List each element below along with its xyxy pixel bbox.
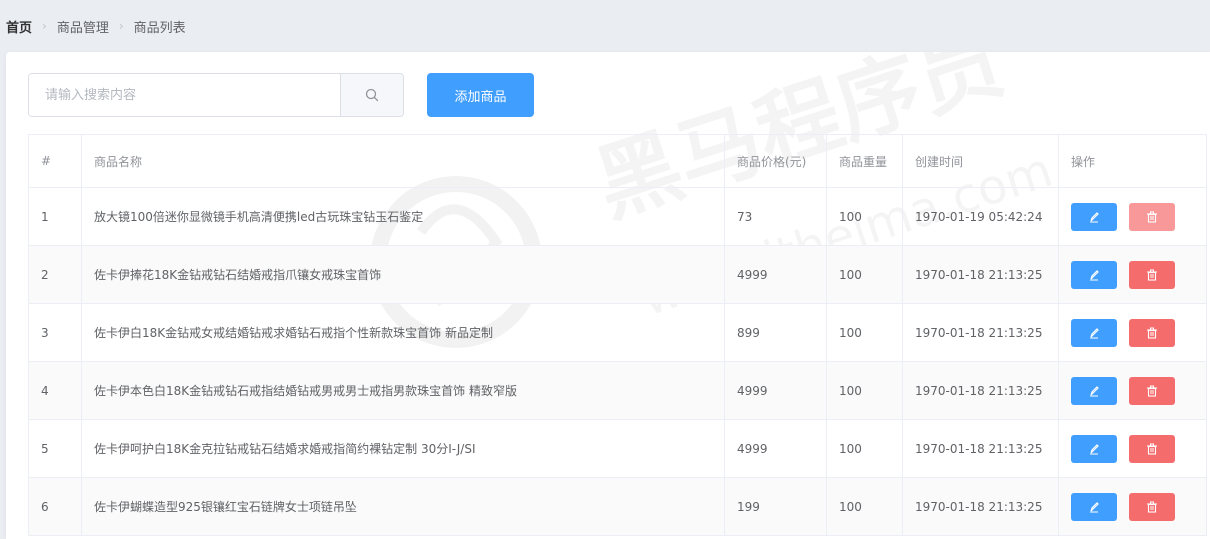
- row-price: 4999: [725, 246, 827, 303]
- edit-icon: [1090, 327, 1099, 338]
- table-row: 2 佐卡伊捧花18K金钻戒钻石结婚戒指爪镶女戒珠宝首饰 4999 100 197…: [29, 246, 1207, 304]
- row-weight: 100: [827, 188, 903, 245]
- breadcrumb-goods-manage[interactable]: 商品管理: [57, 17, 109, 36]
- row-index: 2: [29, 246, 82, 303]
- row-name: 佐卡伊蝴蝶造型925银镶红宝石链牌女士项链吊坠: [82, 478, 725, 535]
- header-time: 创建时间: [903, 135, 1059, 187]
- breadcrumb-goods-list: 商品列表: [133, 20, 186, 36]
- table-row: 1 放大镜100倍迷你显微镜手机高清便携led古玩珠宝钻玉石鉴定 73 100 …: [29, 188, 1207, 246]
- row-price: 4999: [725, 362, 827, 419]
- row-weight: 100: [827, 362, 903, 419]
- edit-button[interactable]: [1071, 376, 1117, 405]
- edit-button[interactable]: [1071, 202, 1117, 231]
- row-price: 4999: [725, 420, 827, 477]
- table-header: # 商品名称 商品价格(元) 商品重量 创建时间 操作: [29, 135, 1207, 188]
- edit-icon: [1090, 269, 1099, 280]
- delete-button[interactable]: [1129, 260, 1175, 289]
- row-name: 佐卡伊本色白18K金钻戒钻石戒指结婚钻戒男戒男士戒指男款珠宝首饰 精致窄版: [82, 362, 725, 419]
- table-row: 4 佐卡伊本色白18K金钻戒钻石戒指结婚钻戒男戒男士戒指男款珠宝首饰 精致窄版 …: [29, 362, 1207, 420]
- chevron-right-icon: ›: [42, 19, 47, 33]
- edit-button[interactable]: [1071, 492, 1117, 521]
- delete-button[interactable]: [1129, 202, 1175, 231]
- delete-button[interactable]: [1129, 376, 1175, 405]
- delete-button[interactable]: [1129, 434, 1175, 463]
- row-actions: [1059, 420, 1207, 477]
- chevron-right-icon: ›: [118, 19, 124, 33]
- row-time: 1970-01-19 05:42:24: [903, 188, 1059, 245]
- row-time: 1970-01-18 21:13:25: [903, 246, 1059, 303]
- edit-button[interactable]: [1071, 434, 1117, 463]
- row-index: 3: [29, 304, 82, 361]
- row-actions: [1059, 362, 1207, 419]
- row-weight: 100: [827, 304, 903, 361]
- breadcrumb: 首页 › 商品管理 › 商品列表: [6, 16, 186, 36]
- content-card: 黑马程序员 www.itheima.com 添加商品 # 商品名称 商品价格(元…: [6, 52, 1210, 539]
- row-name: 佐卡伊捧花18K金钻戒钻石结婚戒指爪镶女戒珠宝首饰: [82, 246, 725, 303]
- row-time: 1970-01-18 21:13:25: [903, 362, 1059, 419]
- row-name: 佐卡伊白18K金钻戒女戒结婚钻戒求婚钻石戒指个性新款珠宝首饰 新品定制: [82, 304, 725, 361]
- breadcrumb-home[interactable]: 首页: [6, 17, 32, 36]
- edit-icon: [1090, 211, 1099, 222]
- row-weight: 100: [827, 478, 903, 535]
- delete-icon: [1147, 501, 1157, 513]
- delete-icon: [1147, 385, 1157, 397]
- delete-icon: [1147, 211, 1157, 223]
- table-row: 3 佐卡伊白18K金钻戒女戒结婚钻戒求婚钻石戒指个性新款珠宝首饰 新品定制 89…: [29, 304, 1207, 362]
- row-weight: 100: [827, 246, 903, 303]
- add-goods-button[interactable]: 添加商品: [427, 73, 534, 117]
- row-weight: 100: [827, 420, 903, 477]
- row-price: 73: [725, 188, 827, 245]
- delete-icon: [1147, 327, 1157, 339]
- row-index: 4: [29, 362, 82, 419]
- delete-icon: [1147, 269, 1157, 281]
- edit-icon: [1090, 443, 1099, 454]
- row-actions: [1059, 304, 1207, 361]
- search-input[interactable]: [29, 74, 340, 116]
- search-box: [28, 73, 404, 117]
- row-name: 放大镜100倍迷你显微镜手机高清便携led古玩珠宝钻玉石鉴定: [82, 188, 725, 245]
- row-index: 5: [29, 420, 82, 477]
- search-button[interactable]: [340, 74, 403, 116]
- row-price: 899: [725, 304, 827, 361]
- row-time: 1970-01-18 21:13:25: [903, 304, 1059, 361]
- row-actions: [1059, 188, 1207, 245]
- row-time: 1970-01-18 21:13:25: [903, 420, 1059, 477]
- edit-button[interactable]: [1071, 318, 1117, 347]
- table-row: 6 佐卡伊蝴蝶造型925银镶红宝石链牌女士项链吊坠 199 100 1970-0…: [29, 478, 1207, 536]
- row-actions: [1059, 478, 1207, 535]
- edit-icon: [1090, 385, 1099, 396]
- header-actions: 操作: [1059, 135, 1207, 187]
- row-time: 1970-01-18 21:13:25: [903, 478, 1059, 535]
- header-price: 商品价格(元): [725, 135, 827, 187]
- table-row: 5 佐卡伊呵护白18K金克拉钻戒钻石结婚求婚戒指简约裸钻定制 30分I-J/SI…: [29, 420, 1207, 478]
- header-name: 商品名称: [82, 135, 725, 187]
- search-icon: [365, 88, 379, 102]
- row-index: 6: [29, 478, 82, 535]
- delete-icon: [1147, 443, 1157, 455]
- delete-button[interactable]: [1129, 492, 1175, 521]
- delete-button[interactable]: [1129, 318, 1175, 347]
- edit-icon: [1090, 501, 1099, 512]
- row-index: 1: [29, 188, 82, 245]
- header-index: #: [29, 135, 82, 187]
- edit-button[interactable]: [1071, 260, 1117, 289]
- row-name: 佐卡伊呵护白18K金克拉钻戒钻石结婚求婚戒指简约裸钻定制 30分I-J/SI: [82, 420, 725, 477]
- row-price: 199: [725, 478, 827, 535]
- goods-table: # 商品名称 商品价格(元) 商品重量 创建时间 操作 1 放大镜100倍迷你显…: [28, 134, 1207, 536]
- header-weight: 商品重量: [827, 135, 903, 187]
- row-actions: [1059, 246, 1207, 303]
